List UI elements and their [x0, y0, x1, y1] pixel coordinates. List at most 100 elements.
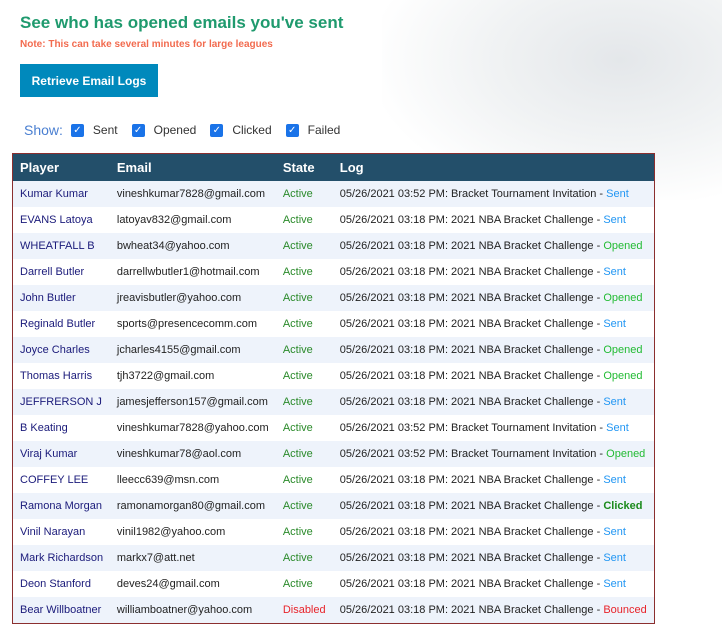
- email-log-table: Player Email State Log Kumar Kumar vineshku…: [12, 153, 655, 624]
- note-text: Note: This can take several minutes for …: [20, 39, 273, 50]
- log-entry: 05/26/2021 03:52 PM: Bracket Tournament …: [333, 415, 655, 441]
- log-status: Sent: [606, 188, 629, 200]
- log-entry: 05/26/2021 03:18 PM: 2021 NBA Bracket Ch…: [332, 545, 655, 571]
- filter-label: Opened: [153, 123, 197, 137]
- player-name: Ramona Morgan: [12, 493, 110, 519]
- log-text: 05/26/2021 03:18 PM: 2021 NBA Bracket Ch…: [339, 240, 604, 252]
- log-text: 05/26/2021 03:18 PM: 2021 NBA Bracket Ch…: [339, 604, 604, 616]
- log-status: Sent: [603, 578, 626, 590]
- state-value: Active: [282, 578, 313, 590]
- log-entry: 05/26/2021 03:18 PM: 2021 NBA Bracket Ch…: [332, 285, 655, 311]
- player-name: EVANS Latoya: [20, 214, 93, 226]
- log-status: Sent: [603, 318, 626, 330]
- filter-failed-checkbox[interactable]: ✓: [285, 123, 299, 137]
- log-status: Sent: [603, 526, 626, 538]
- player-name: Mark Richardson: [12, 545, 110, 571]
- log-text: 05/26/2021 03:18 PM: 2021 NBA Bracket Ch…: [339, 474, 604, 486]
- log-status: Opened: [606, 448, 646, 460]
- email-address: darrellwbutler1@hotmail.com: [116, 266, 260, 278]
- player-name: Viraj Kumar: [12, 441, 110, 467]
- player-name: WHEATFALL B: [12, 233, 110, 259]
- email-address: sports@presencecomm.com: [116, 318, 258, 330]
- log-status: Sent: [606, 422, 629, 434]
- table-row: John Butler jreavisbutler@yahoo.com Acti…: [12, 285, 655, 311]
- column-header: Log: [332, 153, 655, 181]
- column-header: State: [275, 153, 333, 181]
- email-address: vinil1982@yahoo.com: [116, 526, 226, 538]
- email-address: tjh3722@gmail.com: [116, 370, 215, 382]
- state-value: Disabled: [275, 597, 333, 624]
- email-address: jamesjefferson157@gmail.com: [109, 389, 276, 415]
- player-name: Deon Stanford: [20, 578, 91, 590]
- retrieve-email-logs-button[interactable]: Retrieve Email Logs: [20, 64, 158, 97]
- log-status: Bounced: [603, 604, 647, 616]
- log-entry: 05/26/2021 03:52 PM: Bracket Tournament …: [332, 181, 655, 207]
- log-entry: 05/26/2021 03:18 PM: 2021 NBA Bracket Ch…: [333, 207, 655, 233]
- table-row: Thomas Harris tjh3722@gmail.com Active 0…: [13, 363, 655, 389]
- show-filters: Show: ✓ Sent ✓ Opened ✓ Clicked ✓ Failed: [24, 122, 354, 138]
- log-text: 05/26/2021 03:18 PM: 2021 NBA Bracket Ch…: [339, 318, 604, 330]
- state-value: Active: [275, 441, 333, 467]
- log-entry: 05/26/2021 03:18 PM: 2021 NBA Bracket Ch…: [333, 467, 655, 493]
- table-row: Reginald Butler sports@presencecomm.com …: [13, 311, 655, 337]
- table-row: Bear Willboatner williamboatner@yahoo.co…: [12, 597, 655, 624]
- table-row: COFFEY LEE lleecc639@msn.com Active 05/2…: [13, 467, 655, 493]
- show-label: Show:: [24, 122, 63, 138]
- log-text: 05/26/2021 03:18 PM: 2021 NBA Bracket Ch…: [339, 526, 604, 538]
- log-text: 05/26/2021 03:18 PM: 2021 NBA Bracket Ch…: [339, 396, 604, 408]
- player-name: Vinil Narayan: [20, 526, 86, 538]
- log-status: Opened: [603, 344, 643, 356]
- table-row: Mark Richardson markx7@att.net Active 05…: [12, 545, 655, 571]
- state-value: Active: [282, 370, 313, 382]
- filter-sent-checkbox[interactable]: ✓: [70, 123, 84, 137]
- table-row: JEFFRERSON J jamesjefferson157@gmail.com…: [12, 389, 655, 415]
- table-row: WHEATFALL B bwheat34@yahoo.com Active 05…: [12, 233, 655, 259]
- filter-opened-checkbox[interactable]: ✓: [131, 123, 145, 137]
- player-name: JEFFRERSON J: [12, 389, 110, 415]
- log-text: 05/26/2021 03:18 PM: 2021 NBA Bracket Ch…: [339, 500, 604, 512]
- log-entry: 05/26/2021 03:18 PM: 2021 NBA Bracket Ch…: [332, 389, 655, 415]
- email-address: markx7@att.net: [109, 545, 276, 571]
- log-entry: 05/26/2021 03:18 PM: 2021 NBA Bracket Ch…: [333, 311, 655, 337]
- state-value: Active: [275, 545, 333, 571]
- log-entry: 05/26/2021 03:18 PM: 2021 NBA Bracket Ch…: [332, 597, 655, 624]
- email-address: latoyav832@gmail.com: [116, 214, 232, 226]
- log-status: Opened: [603, 292, 643, 304]
- email-address: ramonamorgan80@gmail.com: [109, 493, 276, 519]
- table-row: Joyce Charles jcharles4155@gmail.com Act…: [12, 337, 655, 363]
- state-value: Active: [282, 266, 313, 278]
- player-name: COFFEY LEE: [20, 474, 89, 486]
- log-text: 05/26/2021 03:18 PM: 2021 NBA Bracket Ch…: [339, 578, 604, 590]
- state-value: Active: [275, 181, 333, 207]
- log-status: Sent: [603, 214, 626, 226]
- filter-clicked-checkbox[interactable]: ✓: [210, 123, 224, 137]
- email-address: lleecc639@msn.com: [116, 474, 220, 486]
- state-value: Active: [275, 493, 333, 519]
- state-value: Active: [282, 526, 313, 538]
- log-text: 05/26/2021 03:18 PM: 2021 NBA Bracket Ch…: [339, 370, 604, 382]
- column-header: Email: [109, 153, 276, 181]
- player-name: Thomas Harris: [20, 370, 93, 382]
- state-value: Active: [282, 318, 313, 330]
- filter-label: Clicked: [232, 123, 272, 137]
- player-name: B Keating: [20, 422, 68, 434]
- state-value: Active: [275, 285, 333, 311]
- email-address: jcharles4155@gmail.com: [109, 337, 276, 363]
- email-address: vineshkumar7828@gmail.com: [109, 181, 276, 207]
- log-status: Opened: [603, 370, 643, 382]
- filter-label: Sent: [92, 123, 118, 137]
- filter-label: Failed: [307, 123, 341, 137]
- log-entry: 05/26/2021 03:18 PM: 2021 NBA Bracket Ch…: [332, 493, 655, 519]
- table-row: Kumar Kumar vineshkumar7828@gmail.com Ac…: [12, 181, 655, 207]
- log-entry: 05/26/2021 03:18 PM: 2021 NBA Bracket Ch…: [333, 519, 655, 545]
- log-status: Clicked: [603, 500, 643, 512]
- email-address: vineshkumar7828@yahoo.com: [116, 422, 269, 434]
- email-address: williamboatner@yahoo.com: [109, 597, 276, 624]
- table-row: B Keating vineshkumar7828@yahoo.com Acti…: [13, 415, 655, 441]
- log-status: Sent: [603, 474, 626, 486]
- column-header: Player: [12, 153, 110, 181]
- table-row: Deon Stanford deves24@gmail.com Active 0…: [13, 571, 655, 597]
- log-entry: 05/26/2021 03:18 PM: 2021 NBA Bracket Ch…: [333, 571, 655, 597]
- log-text: 05/26/2021 03:52 PM: Bracket Tournament …: [339, 448, 607, 460]
- log-status: Sent: [603, 396, 626, 408]
